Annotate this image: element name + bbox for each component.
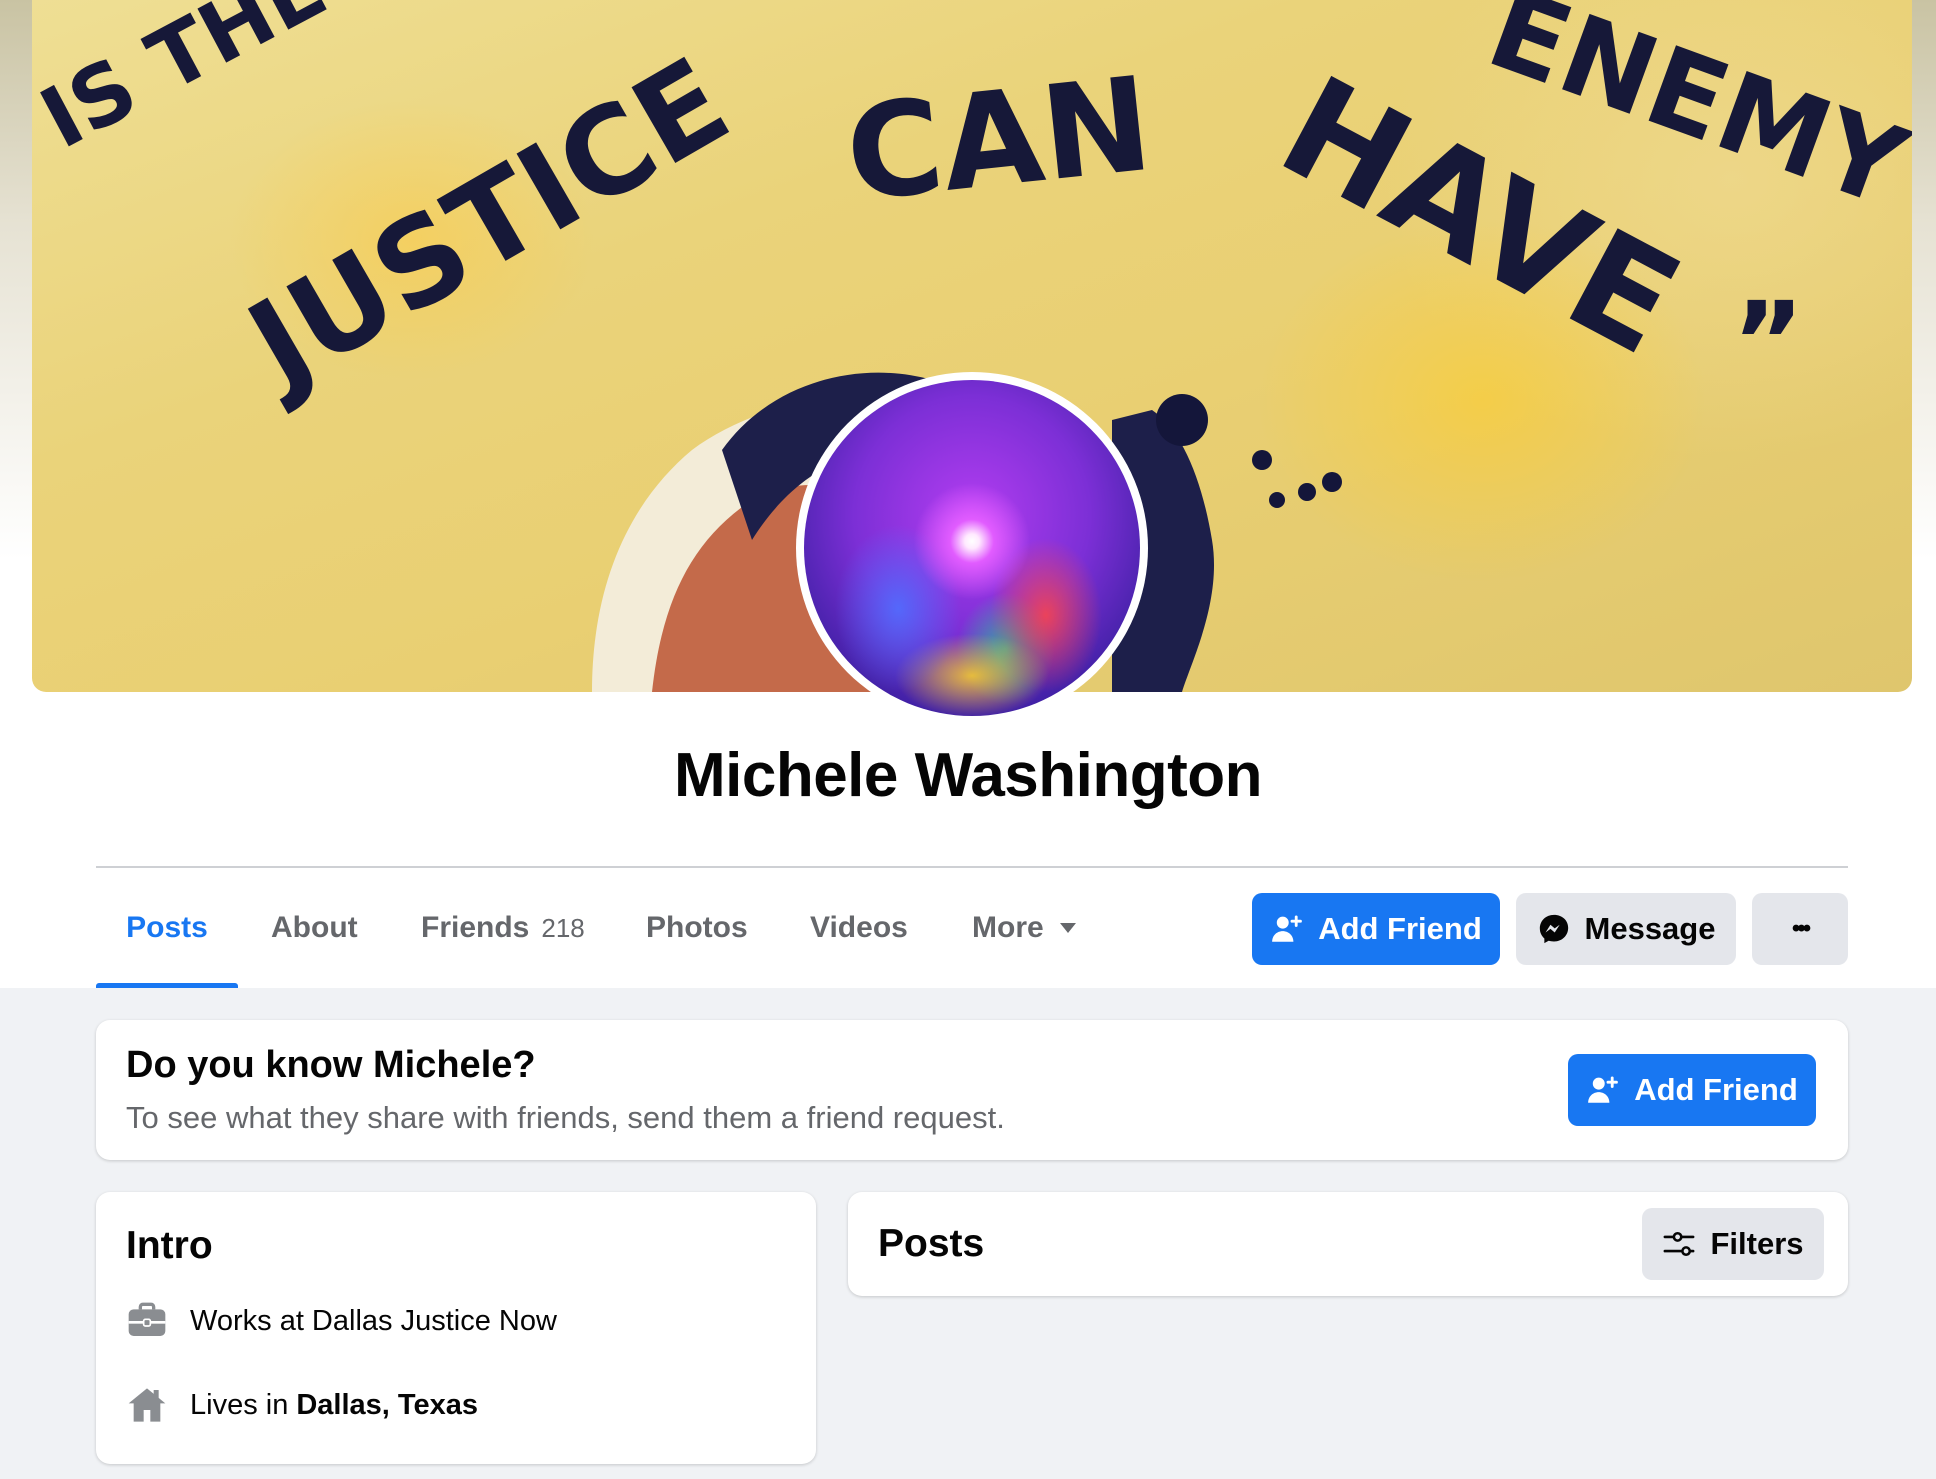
tab-about-label: About: [271, 911, 358, 944]
tab-posts-label: Posts: [126, 911, 208, 944]
friend-request-card: Do you know Michele? To see what they sh…: [96, 1020, 1848, 1160]
tab-videos-label: Videos: [810, 911, 908, 944]
cover-ink-dot: [1298, 483, 1316, 501]
tab-photos-label: Photos: [646, 911, 748, 944]
intro-work-row: Works at Dallas Justice Now: [126, 1300, 557, 1342]
cover-ink-splat: [1156, 394, 1208, 446]
caret-down-icon: [1059, 923, 1076, 933]
intro-lives-place[interactable]: Dallas, Texas: [296, 1389, 478, 1422]
cover-text-can: CAN: [839, 48, 1158, 231]
tab-more-label: More: [972, 911, 1044, 944]
friends-count: 218: [541, 912, 585, 943]
add-friend-button[interactable]: Add Friend: [1252, 893, 1500, 965]
message-button[interactable]: Message: [1516, 893, 1736, 965]
user-plus-icon: [1586, 1073, 1620, 1107]
add-friend-label: Add Friend: [1318, 911, 1482, 946]
more-options-button[interactable]: •••: [1752, 893, 1848, 965]
posts-title: Posts: [878, 1222, 985, 1265]
friend-request-subtitle: To see what they share with friends, sen…: [126, 1100, 1005, 1135]
tab-friends-label: Friends: [421, 911, 530, 944]
intro-card: Intro Works at Dallas Justice Now Lives …: [96, 1192, 816, 1464]
home-icon: [126, 1384, 168, 1426]
cover-text-quote: ”: [1732, 278, 1804, 406]
cover-ink-dot: [1322, 472, 1342, 492]
cover-text-justice: JUSTICE: [221, 32, 751, 418]
filters-button[interactable]: Filters: [1642, 1208, 1824, 1280]
intro-work-text: Works at Dallas Justice Now: [190, 1304, 557, 1337]
avatar-image: [804, 380, 1140, 716]
card-add-friend-button[interactable]: Add Friend: [1568, 1054, 1816, 1126]
tab-about[interactable]: About: [271, 868, 358, 988]
tab-videos[interactable]: Videos: [810, 868, 908, 988]
tab-posts[interactable]: Posts: [96, 868, 238, 988]
messenger-icon: [1537, 912, 1571, 946]
card-add-friend-label: Add Friend: [1634, 1072, 1798, 1107]
cover-ink-dot: [1252, 450, 1272, 470]
profile-avatar[interactable]: [796, 372, 1148, 724]
user-plus-icon: [1270, 912, 1304, 946]
intro-lives-prefix: Lives in: [190, 1388, 289, 1421]
profile-name: Michele Washington: [673, 741, 1263, 810]
tab-friends[interactable]: Friends 218: [421, 868, 585, 988]
intro-lives-row: Lives in Dallas, Texas: [126, 1384, 478, 1426]
intro-title: Intro: [126, 1224, 213, 1267]
filters-label: Filters: [1710, 1226, 1804, 1261]
friend-request-title: Do you know Michele?: [126, 1044, 536, 1086]
cover-ink-dot: [1269, 492, 1285, 508]
more-options-icon: •••: [1791, 915, 1811, 942]
sliders-icon: [1662, 1229, 1696, 1259]
posts-card: Posts Filters: [848, 1192, 1848, 1296]
tab-photos[interactable]: Photos: [646, 868, 748, 988]
tab-more[interactable]: More: [972, 868, 1076, 988]
message-label: Message: [1584, 911, 1716, 946]
briefcase-icon: [126, 1300, 168, 1342]
